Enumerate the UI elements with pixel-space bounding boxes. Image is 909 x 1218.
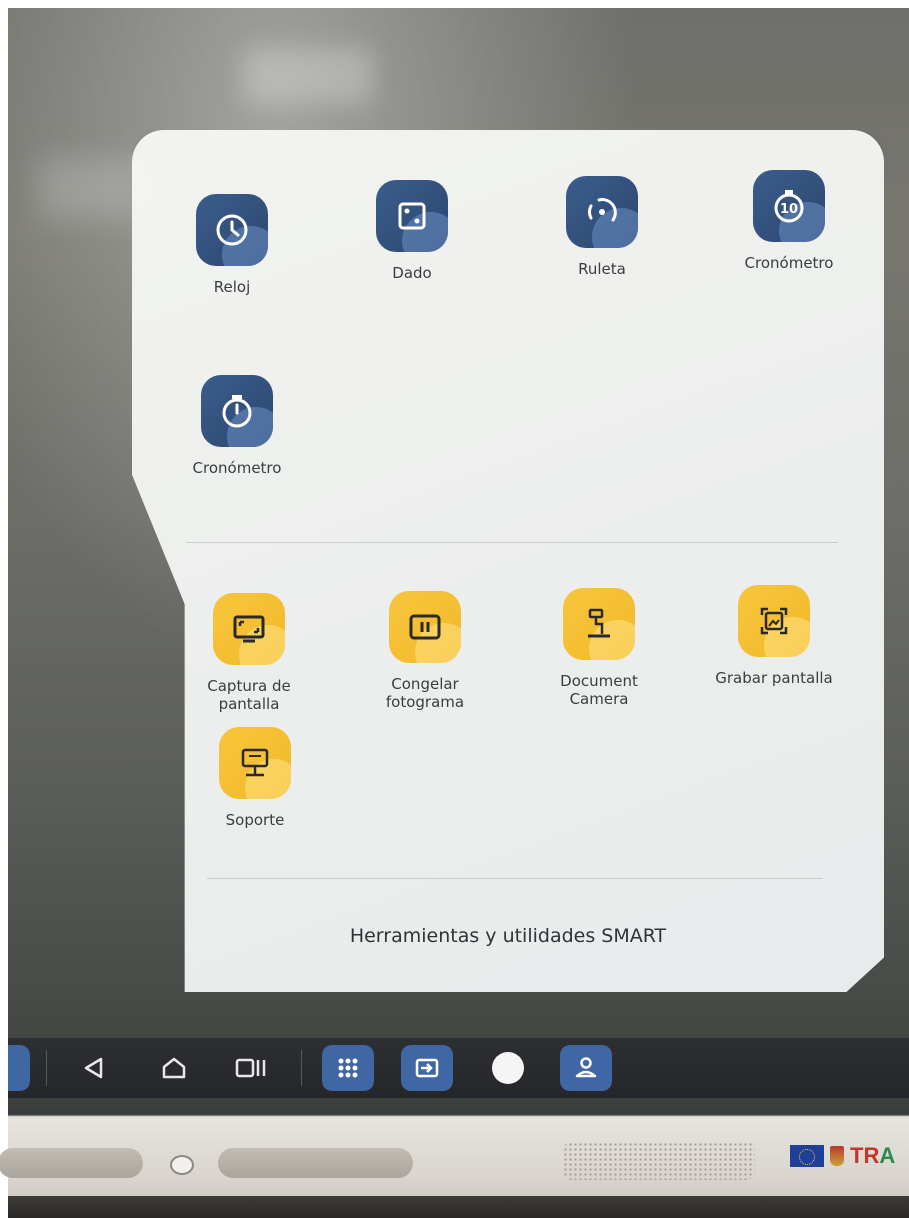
- utility-label: Document Camera: [560, 672, 638, 708]
- utility-label: Captura de pantalla: [207, 677, 291, 713]
- nav-separator: [301, 1050, 302, 1086]
- widget-label: Ruleta: [578, 260, 626, 278]
- home-icon: [162, 1057, 186, 1079]
- recents-button[interactable]: [226, 1045, 278, 1091]
- widget-dado[interactable]: Dado: [347, 180, 477, 282]
- screen-capture-icon: [213, 593, 285, 665]
- screen-record-icon: [738, 585, 810, 657]
- panel-footer-title: Herramientas y utilidades SMART: [349, 925, 667, 947]
- widget-cronometro[interactable]: Cronómetro: [172, 375, 302, 477]
- svg-text:10: 10: [780, 202, 798, 217]
- spinner-wheel-icon: [566, 176, 638, 248]
- utility-congelar-fotograma[interactable]: Congelar fotograma: [360, 591, 490, 711]
- display-bezel: TRA: [0, 1108, 909, 1218]
- nav-separator: [46, 1050, 47, 1086]
- widget-ruleta[interactable]: Ruleta: [537, 176, 667, 278]
- home-button[interactable]: [148, 1045, 200, 1091]
- widget-cronometro-10[interactable]: 10 Cronómetro: [724, 170, 854, 272]
- utility-soporte[interactable]: Soporte: [190, 727, 320, 829]
- recovery-plan-logo: TRA: [850, 1143, 896, 1168]
- display-stand: [8, 1196, 909, 1218]
- section-divider: [186, 542, 838, 543]
- widget-label: Cronómetro: [744, 254, 834, 272]
- assistant-dot-icon: [492, 1052, 524, 1084]
- apps-button[interactable]: [322, 1045, 374, 1091]
- timer-10-icon: 10: [753, 170, 825, 242]
- bezel-rail-left: [0, 1148, 143, 1178]
- eu-flag-icon: [790, 1145, 824, 1167]
- utility-document-camera[interactable]: Document Camera: [534, 588, 664, 708]
- sidebar-toggle-button[interactable]: [8, 1045, 30, 1091]
- widget-label: Cronómetro: [192, 459, 282, 477]
- utility-captura-de-pantalla[interactable]: Captura de pantalla: [184, 593, 314, 713]
- power-button[interactable]: [170, 1155, 194, 1175]
- widget-label: Dado: [392, 264, 432, 282]
- widget-reloj[interactable]: Reloj: [167, 194, 297, 296]
- utility-grabar-pantalla[interactable]: Grabar pantalla: [709, 585, 839, 687]
- stopwatch-icon: [201, 375, 273, 447]
- widget-label: Reloj: [213, 278, 251, 296]
- apps-grid-icon: [338, 1058, 358, 1078]
- coat-of-arms-icon: [830, 1146, 844, 1166]
- display-screen: Reloj Dado Ruleta 10 Cronómetro Cronómet…: [8, 8, 909, 1108]
- user-button[interactable]: [560, 1045, 612, 1091]
- recents-icon: [235, 1058, 266, 1078]
- utility-label: Grabar pantalla: [715, 669, 833, 687]
- bottom-navigation-bar: [8, 1038, 909, 1098]
- clock-icon: [196, 194, 268, 266]
- assistant-button[interactable]: [482, 1045, 534, 1091]
- support-icon: [219, 727, 291, 799]
- utility-label: Soporte: [225, 811, 285, 829]
- dice-icon: [376, 180, 448, 252]
- speaker-grille: [563, 1142, 755, 1180]
- back-icon: [84, 1057, 103, 1079]
- utility-label: Congelar fotograma: [385, 675, 465, 711]
- user-icon: [575, 1057, 597, 1078]
- document-camera-icon: [563, 588, 635, 660]
- funding-logos: TRA: [790, 1140, 909, 1172]
- footer-divider: [207, 878, 823, 879]
- input-source-button[interactable]: [401, 1045, 453, 1091]
- input-source-icon: [415, 1058, 439, 1078]
- bezel-rail-right: [218, 1148, 413, 1178]
- smart-tools-panel: Reloj Dado Ruleta 10 Cronómetro Cronómet…: [132, 130, 884, 992]
- back-button[interactable]: [68, 1045, 120, 1091]
- freeze-frame-icon: [389, 591, 461, 663]
